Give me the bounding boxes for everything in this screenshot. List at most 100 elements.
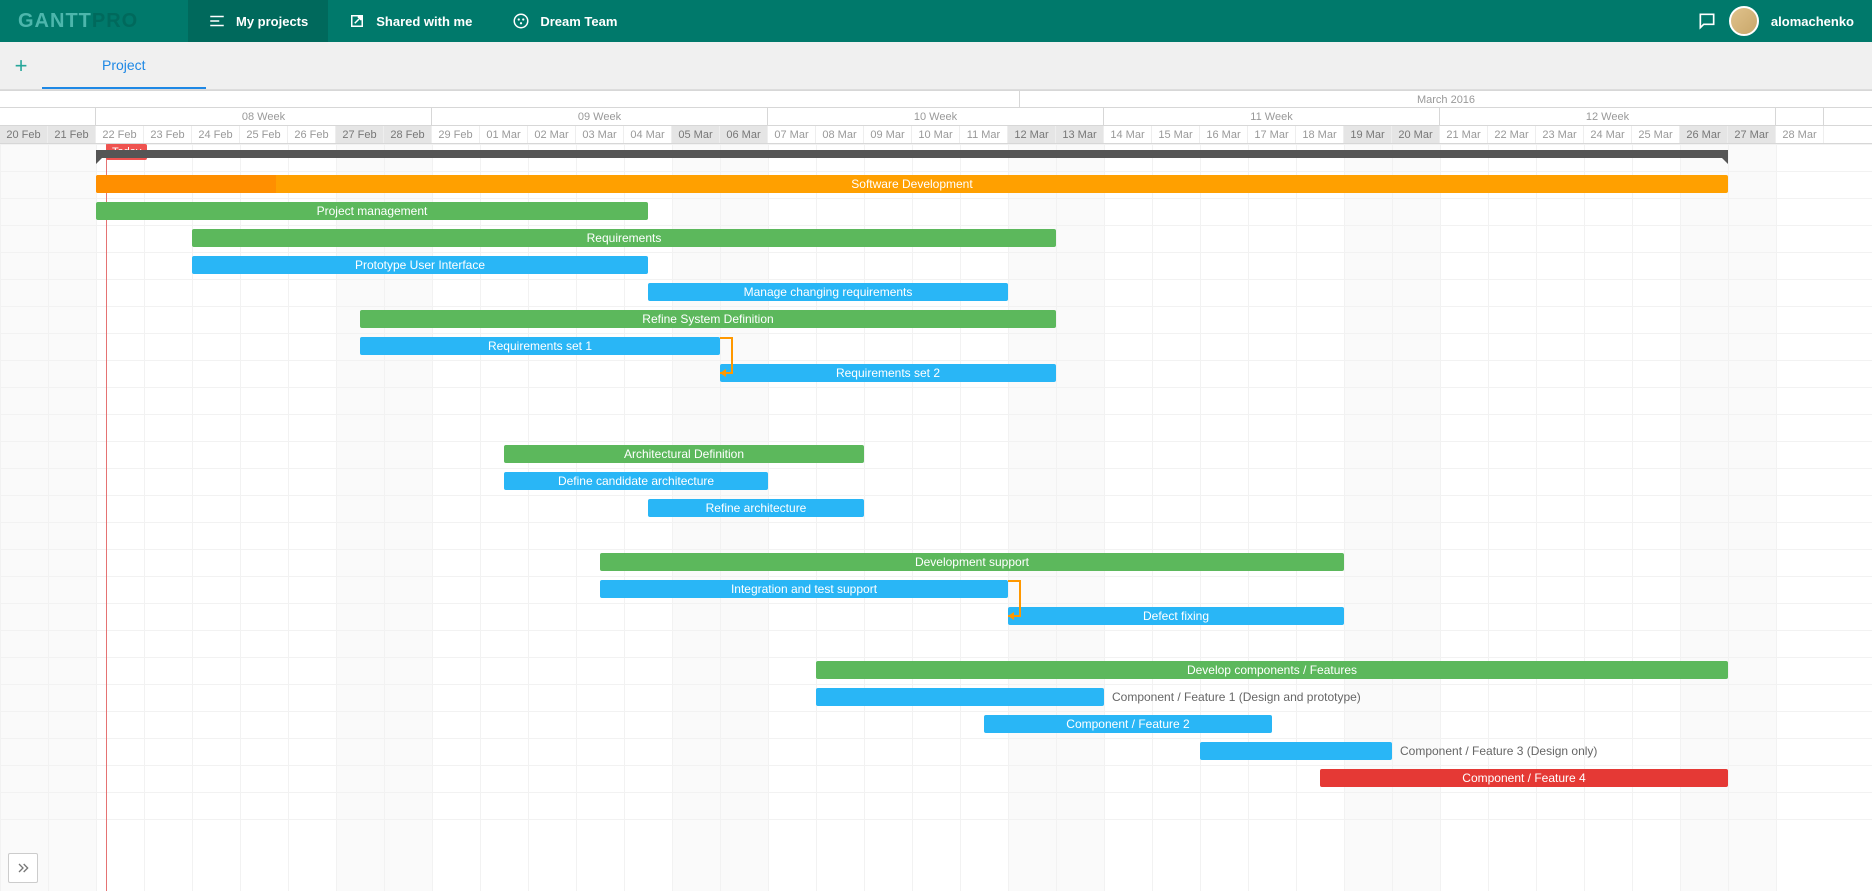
gantt-bar[interactable]: Component / Feature 4 <box>1320 769 1728 787</box>
gantt-bar[interactable]: Refine architecture <box>648 499 864 517</box>
timeline-week-cell: 10 Week <box>768 108 1104 125</box>
team-icon <box>512 12 530 30</box>
header-right: alomachenko <box>1697 6 1872 36</box>
tab-project[interactable]: Project <box>42 42 206 89</box>
timeline-day-cell: 29 Feb <box>432 126 480 143</box>
gantt-bar-label: Project management <box>317 204 428 218</box>
nav-shared-with-me[interactable]: Shared with me <box>328 0 492 42</box>
timeline-day-cell: 21 Feb <box>48 126 96 143</box>
gantt-bar[interactable]: Requirements <box>192 229 1056 247</box>
logo-gantt: GANTT <box>18 10 92 33</box>
expand-sidebar-button[interactable] <box>8 853 38 883</box>
external-icon <box>348 12 366 30</box>
timeline-day-cell: 12 Mar <box>1008 126 1056 143</box>
timeline-week-cell: 11 Week <box>1104 108 1440 125</box>
timeline-day-cell: 03 Mar <box>576 126 624 143</box>
timeline-week-cell <box>1776 108 1824 125</box>
gantt-bar[interactable]: Manage changing requirements <box>648 283 1008 301</box>
timeline-day-cell: 22 Mar <box>1488 126 1536 143</box>
gantt-bar[interactable]: Refine System Definition <box>360 310 1056 328</box>
gantt-bar-label: Development support <box>915 555 1029 569</box>
add-project-button[interactable]: + <box>0 42 42 89</box>
timeline-day-cell: 02 Mar <box>528 126 576 143</box>
gantt-bar[interactable]: Requirements set 2 <box>720 364 1056 382</box>
timeline-month-row: March 2016 <box>0 90 1872 108</box>
gantt-bar-label: Requirements <box>587 231 662 245</box>
gantt-bar[interactable]: Development support <box>600 553 1344 571</box>
timeline-day-cell: 05 Mar <box>672 126 720 143</box>
gantt-bar[interactable] <box>816 688 1104 706</box>
nav-dream-team-label: Dream Team <box>540 14 617 29</box>
tab-strip: + Project <box>0 42 1872 90</box>
timeline-day-cell: 20 Feb <box>0 126 48 143</box>
gantt-bar-label: Architectural Definition <box>624 447 744 461</box>
timeline-day-row: 20 Feb21 Feb22 Feb23 Feb24 Feb25 Feb26 F… <box>0 126 1872 144</box>
gantt-bar-label: Prototype User Interface <box>355 258 485 272</box>
nav-my-projects-label: My projects <box>236 14 308 29</box>
gantt-bar-label: Develop components / Features <box>1187 663 1357 677</box>
username[interactable]: alomachenko <box>1771 14 1854 29</box>
timeline-day-cell: 09 Mar <box>864 126 912 143</box>
timeline-day-cell: 28 Feb <box>384 126 432 143</box>
timeline-day-cell: 28 Mar <box>1776 126 1824 143</box>
nav-dream-team[interactable]: Dream Team <box>492 0 637 42</box>
gantt-bar[interactable]: Project management <box>96 202 648 220</box>
logo[interactable]: GANTTPRO <box>0 0 188 42</box>
menu-icon <box>208 12 226 30</box>
gantt-bar[interactable]: Integration and test support <box>600 580 1008 598</box>
gantt-bar-label: Defect fixing <box>1143 609 1209 623</box>
timeline-day-cell: 23 Feb <box>144 126 192 143</box>
gantt-bar[interactable]: Define candidate architecture <box>504 472 768 490</box>
gantt-summary-bar[interactable] <box>96 150 1728 158</box>
today-line <box>106 144 107 891</box>
gantt-bar-label: Define candidate architecture <box>558 474 714 488</box>
gantt-bars: TodaySoftware DevelopmentProject managem… <box>0 144 1872 891</box>
timeline-day-cell: 22 Feb <box>96 126 144 143</box>
timeline-day-cell: 25 Mar <box>1632 126 1680 143</box>
gantt-bar[interactable]: Software Development <box>96 175 1728 193</box>
app-header: GANTTPRO My projects Shared with me Drea… <box>0 0 1872 42</box>
gantt-bar[interactable]: Architectural Definition <box>504 445 864 463</box>
timeline-day-cell: 18 Mar <box>1296 126 1344 143</box>
timeline-day-cell: 19 Mar <box>1344 126 1392 143</box>
timeline-week-cell: 08 Week <box>96 108 432 125</box>
timeline-day-cell: 26 Feb <box>288 126 336 143</box>
gantt-bar-label: Integration and test support <box>731 582 877 596</box>
timeline-day-cell: 14 Mar <box>1104 126 1152 143</box>
timeline-day-cell: 10 Mar <box>912 126 960 143</box>
timeline-day-cell: 08 Mar <box>816 126 864 143</box>
timeline-week-cell: 12 Week <box>1440 108 1776 125</box>
timeline-week-cell: 09 Week <box>432 108 768 125</box>
gantt-bar[interactable]: Requirements set 1 <box>360 337 720 355</box>
gantt-bar-label: Component / Feature 2 <box>1066 717 1189 731</box>
gantt-bar[interactable] <box>1200 742 1392 760</box>
timeline-day-cell: 16 Mar <box>1200 126 1248 143</box>
timeline-day-cell: 04 Mar <box>624 126 672 143</box>
nav-shared-label: Shared with me <box>376 14 472 29</box>
timeline-day-cell: 26 Mar <box>1680 126 1728 143</box>
timeline-day-cell: 13 Mar <box>1056 126 1104 143</box>
timeline-day-cell: 11 Mar <box>960 126 1008 143</box>
timeline-day-cell: 24 Feb <box>192 126 240 143</box>
timeline-day-cell: 15 Mar <box>1152 126 1200 143</box>
gantt-bar[interactable]: Component / Feature 2 <box>984 715 1272 733</box>
timeline-day-cell: 23 Mar <box>1536 126 1584 143</box>
gantt-bar-side-label: Component / Feature 3 (Design only) <box>1400 742 1597 760</box>
logo-pro: PRO <box>92 10 138 33</box>
gantt-bar-label: Manage changing requirements <box>744 285 913 299</box>
gantt-bar-label: Refine System Definition <box>642 312 773 326</box>
gantt-bar[interactable]: Develop components / Features <box>816 661 1728 679</box>
gantt-bar[interactable]: Prototype User Interface <box>192 256 648 274</box>
gantt-chart: March 2016 08 Week09 Week10 Week11 Week1… <box>0 90 1872 891</box>
nav-my-projects[interactable]: My projects <box>188 0 328 42</box>
chat-icon[interactable] <box>1697 11 1717 31</box>
gantt-bar[interactable]: Defect fixing <box>1008 607 1344 625</box>
avatar[interactable] <box>1729 6 1759 36</box>
timeline-day-cell: 27 Mar <box>1728 126 1776 143</box>
gantt-bar-label: Requirements set 2 <box>836 366 940 380</box>
timeline-day-cell: 20 Mar <box>1392 126 1440 143</box>
timeline-week-cell <box>0 108 96 125</box>
gantt-bar-label: Software Development <box>851 177 972 191</box>
timeline-day-cell: 06 Mar <box>720 126 768 143</box>
gantt-bar-side-label: Component / Feature 1 (Design and protot… <box>1112 688 1361 706</box>
